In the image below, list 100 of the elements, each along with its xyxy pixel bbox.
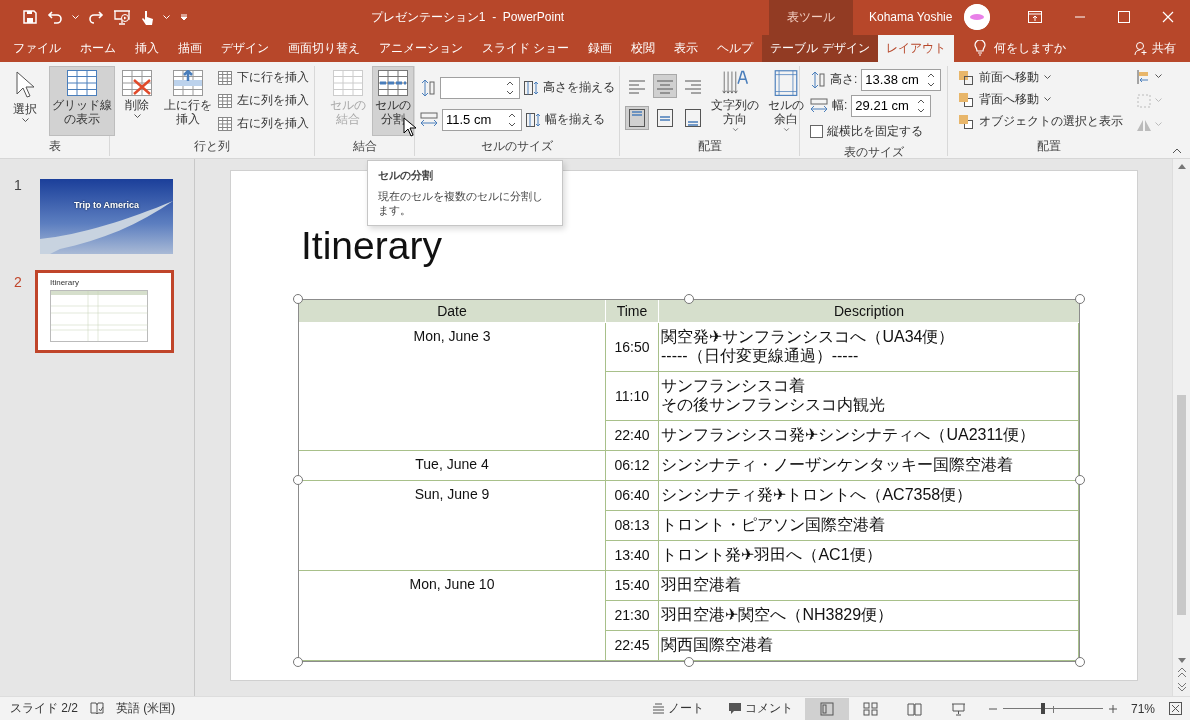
slide-thumbnail[interactable]: Trip to America <box>38 176 175 256</box>
distribute-rows-button[interactable]: 高さを揃える <box>524 76 615 99</box>
save-icon[interactable] <box>22 9 38 26</box>
date-cell: Mon, June 3 <box>299 322 606 451</box>
resize-handle[interactable] <box>684 656 694 667</box>
insert-button[interactable]: 左に列を挿入 <box>218 90 309 111</box>
view-button[interactable] <box>804 697 849 720</box>
resize-handle[interactable] <box>1075 293 1085 304</box>
touch-icon[interactable] <box>140 8 154 26</box>
resize-handle[interactable] <box>684 293 694 304</box>
maximize-icon[interactable] <box>1118 11 1130 24</box>
column-header: Description <box>659 299 1079 323</box>
insert-button[interactable]: 下に行を挿入 <box>218 67 309 88</box>
send-backward-icon <box>958 91 974 108</box>
resize-handle[interactable] <box>293 475 303 486</box>
ribbon-tab[interactable]: デザイン <box>211 34 278 62</box>
resize-handle[interactable] <box>1075 475 1085 486</box>
share-button[interactable]: 共有 <box>1134 34 1176 62</box>
lock-aspect-checkbox[interactable] <box>810 125 823 139</box>
zoom-in-icon[interactable] <box>1108 704 1117 713</box>
zoom-level[interactable]: 71% <box>1130 701 1155 716</box>
align-icon <box>627 107 647 128</box>
ribbon-tab[interactable]: 描画 <box>168 34 211 62</box>
gridlines-button[interactable]: グリッド線の表示 <box>49 65 115 136</box>
ribbon-tab[interactable]: 挿入 <box>125 34 168 62</box>
group-icon <box>1136 92 1152 109</box>
send-backward-button[interactable]: 背面へ移動 <box>958 89 1123 110</box>
insert-button[interactable]: 右に列を挿入 <box>218 113 309 134</box>
description-text: 関西国際空港着 <box>661 634 773 654</box>
table-insert-icon <box>218 93 232 108</box>
align-button[interactable] <box>625 105 649 130</box>
language-label[interactable]: 英語 (米国) <box>116 700 176 717</box>
ribbon-tab[interactable]: スライド ショー <box>472 34 579 62</box>
table-insert-icon <box>218 70 232 85</box>
insert-above-button[interactable]: 上に行を挿入 <box>161 65 215 136</box>
group-label: 表のサイズ <box>842 143 905 161</box>
description-text: シンシナティ発✈トロントへ（AC7358便） <box>661 484 973 504</box>
redo-icon[interactable] <box>88 9 104 26</box>
resize-handle[interactable] <box>1075 656 1085 667</box>
selection-pane-button[interactable]: オブジェクトの選択と表示 <box>958 111 1123 132</box>
time-cell: 06:40 <box>606 480 659 511</box>
customize-icon[interactable] <box>179 12 189 23</box>
tell-me-field[interactable]: 何をしますか <box>993 39 1066 57</box>
slide-thumbnail-title: Trip to America <box>73 200 140 211</box>
resize-handle[interactable] <box>293 293 303 304</box>
presentation-icon[interactable] <box>113 9 131 26</box>
ribbon-tab[interactable]: 校閲 <box>621 34 665 62</box>
ribbon-tab[interactable]: ホーム <box>70 34 125 62</box>
delete-table-icon <box>122 69 152 96</box>
time-cell: 11:10 <box>606 371 659 421</box>
zoom-slider-thumb[interactable] <box>1040 702 1045 714</box>
notes-button[interactable]: ノート <box>639 697 716 720</box>
ribbon-tab[interactable]: アニメーション <box>369 34 472 62</box>
scroll-up-icon[interactable] <box>1177 162 1186 169</box>
row-height-icon <box>810 70 826 89</box>
ribbon-tab[interactable]: 録画 <box>578 34 622 62</box>
avatar-icon[interactable] <box>964 4 991 31</box>
table-insert-icon <box>218 116 232 131</box>
date-cell: Sun, June 9 <box>299 480 606 571</box>
row-height-icon <box>420 78 436 97</box>
caret-icon <box>731 127 739 132</box>
merge-cells-icon <box>333 69 363 96</box>
resize-handle[interactable] <box>293 656 303 667</box>
slide-thumbnail-title: Itinerary <box>50 277 80 287</box>
bring-forward-button[interactable]: 前面へ移動 <box>958 67 1123 88</box>
next-slide-icon[interactable] <box>1177 682 1186 693</box>
ribbon-tab[interactable]: 画面切り替え <box>278 34 369 62</box>
align-button[interactable] <box>653 73 677 98</box>
ribbon-display-icon[interactable] <box>1028 11 1042 24</box>
time-cell: 22:40 <box>606 420 659 451</box>
scrollbar-thumb[interactable] <box>1177 394 1186 615</box>
fit-to-window-icon[interactable] <box>1169 702 1182 715</box>
ribbon-tab[interactable]: ヘルプ <box>707 34 763 62</box>
undo-icon[interactable] <box>47 9 63 26</box>
previous-slide-icon[interactable] <box>1177 668 1186 679</box>
slide-count: スライド 2/2 <box>10 700 78 717</box>
window-title: プレゼンテーション1 - PowerPoint <box>369 8 566 26</box>
split-cells-button[interactable]: セルの分割 <box>372 65 414 136</box>
ribbon-tab[interactable]: ファイル <box>3 34 70 62</box>
collapse-ribbon-icon[interactable] <box>1172 147 1182 154</box>
time-cell: 06:12 <box>606 450 659 481</box>
column-header: Date <box>299 299 606 323</box>
scroll-down-icon[interactable] <box>1177 658 1186 665</box>
notes-icon <box>651 703 665 714</box>
time-cell: 22:45 <box>606 630 659 661</box>
cell-margins-button[interactable]: セルの余白 <box>765 65 807 136</box>
selection-pane-icon <box>958 113 974 130</box>
ribbon-tab[interactable]: 表示 <box>664 34 708 62</box>
ribbon-tab[interactable]: レイアウト <box>877 34 954 62</box>
close-icon[interactable] <box>1162 11 1174 24</box>
slide-thumbnail[interactable]: Itinerary <box>35 269 174 353</box>
text-direction-button[interactable]: 文字列の方向 <box>708 65 762 136</box>
select-button[interactable]: 選択 <box>4 65 46 136</box>
distribute-columns-button[interactable]: 幅を揃える <box>526 108 605 131</box>
description-text: シンシナティ・ノーザンケンタッキー国際空港着 <box>661 454 1013 474</box>
ribbon-tab[interactable]: テーブル デザイン <box>762 34 878 62</box>
comments-button[interactable]: コメント <box>715 697 805 720</box>
user-name: Kohama Yoshie <box>869 10 953 25</box>
spellcheck-icon[interactable] <box>90 702 104 715</box>
delete-button[interactable]: 削除 <box>116 65 158 136</box>
